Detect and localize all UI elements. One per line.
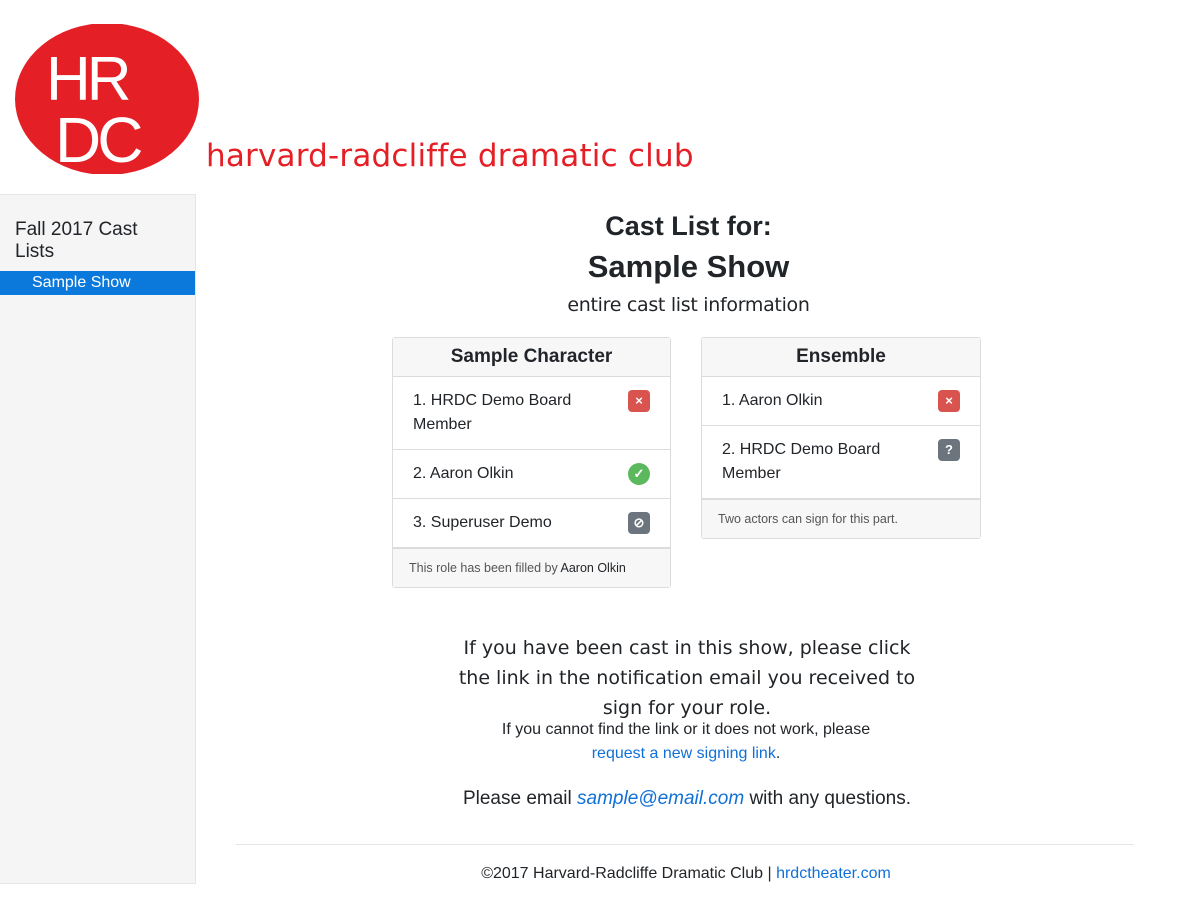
svg-text:DC: DC <box>55 104 141 174</box>
signing-instructions: If you have been cast in this show, plea… <box>458 637 916 719</box>
cast-list-item: 1. HRDC Demo Board Member × <box>393 377 670 450</box>
cast-member-name: 3. Superuser Demo <box>413 514 552 531</box>
club-name[interactable]: harvard-radcliffe dramatic club <box>206 138 694 174</box>
cast-list-item: 1. Aaron Olkin × <box>702 377 980 426</box>
footer-divider <box>236 844 1134 845</box>
email-suffix: with any questions. <box>749 788 912 809</box>
cast-list-item: 3. Superuser Demo ⊘ <box>393 499 670 548</box>
cast-list-item: 2. Aaron Olkin ✓ <box>393 450 670 499</box>
cast-member-name: 1. HRDC Demo Board Member <box>413 392 572 433</box>
cast-list-item: 2. HRDC Demo Board Member ? <box>702 426 980 499</box>
request-signing-link[interactable]: request a new signing link <box>592 745 776 762</box>
show-title: Sample Show <box>587 249 790 284</box>
question-icon: ? <box>938 439 960 461</box>
role-card-sample-character: Sample Character 1. HRDC Demo Board Memb… <box>392 337 671 588</box>
block-icon: ⊘ <box>628 512 650 534</box>
footer-copyright: ©2017 Harvard-Radcliffe Dramatic Club | <box>481 865 777 882</box>
role-card-ensemble: Ensemble 1. Aaron Olkin × 2. HRDC Demo B… <box>701 337 981 539</box>
cast-member-name: 2. Aaron Olkin <box>413 465 514 482</box>
page-footer: ©2017 Harvard-Radcliffe Dramatic Club | … <box>466 862 906 886</box>
filled-by-name: Aaron Olkin <box>560 561 626 575</box>
close-icon: × <box>628 390 650 412</box>
subtitle: entire cast list information <box>567 294 810 316</box>
hrdc-logo[interactable]: HR DC <box>12 24 202 174</box>
card-footer: Two actors can sign for this part. <box>702 499 980 538</box>
card-title: Sample Character <box>393 338 670 377</box>
footer-site-link[interactable]: hrdctheater.com <box>776 865 891 882</box>
cast-member-name: 1. Aaron Olkin <box>722 392 823 409</box>
card-footer: This role has been filled by Aaron Olkin <box>393 548 670 587</box>
site-header: HR DC harvard-radcliffe dramatic club <box>0 0 1181 190</box>
link-help: If you cannot find the link or it does n… <box>476 718 896 766</box>
page-title: Cast List for: <box>605 211 772 241</box>
check-icon: ✓ <box>628 463 650 485</box>
close-icon: × <box>938 390 960 412</box>
help-suffix: . <box>775 745 781 762</box>
sidebar-heading: Fall 2017 Cast Lists <box>15 219 138 262</box>
email-link[interactable]: sample@email.com <box>577 788 744 809</box>
help-text: If you cannot find the link or it does n… <box>501 721 871 738</box>
main-content: Cast List for: Sample Show entire cast l… <box>196 194 1181 882</box>
footer-status-text: This role has been filled by <box>409 561 558 575</box>
sidebar-item-sample-show[interactable]: Sample Show <box>0 271 195 295</box>
sidebar: Fall 2017 Cast Lists Sample Show <box>0 194 196 884</box>
contact-email-line: Please email sample@email.com with any q… <box>422 784 952 814</box>
card-title: Ensemble <box>702 338 980 377</box>
email-prefix: Please email <box>462 788 572 809</box>
cast-member-name: 2. HRDC Demo Board Member <box>722 441 881 482</box>
